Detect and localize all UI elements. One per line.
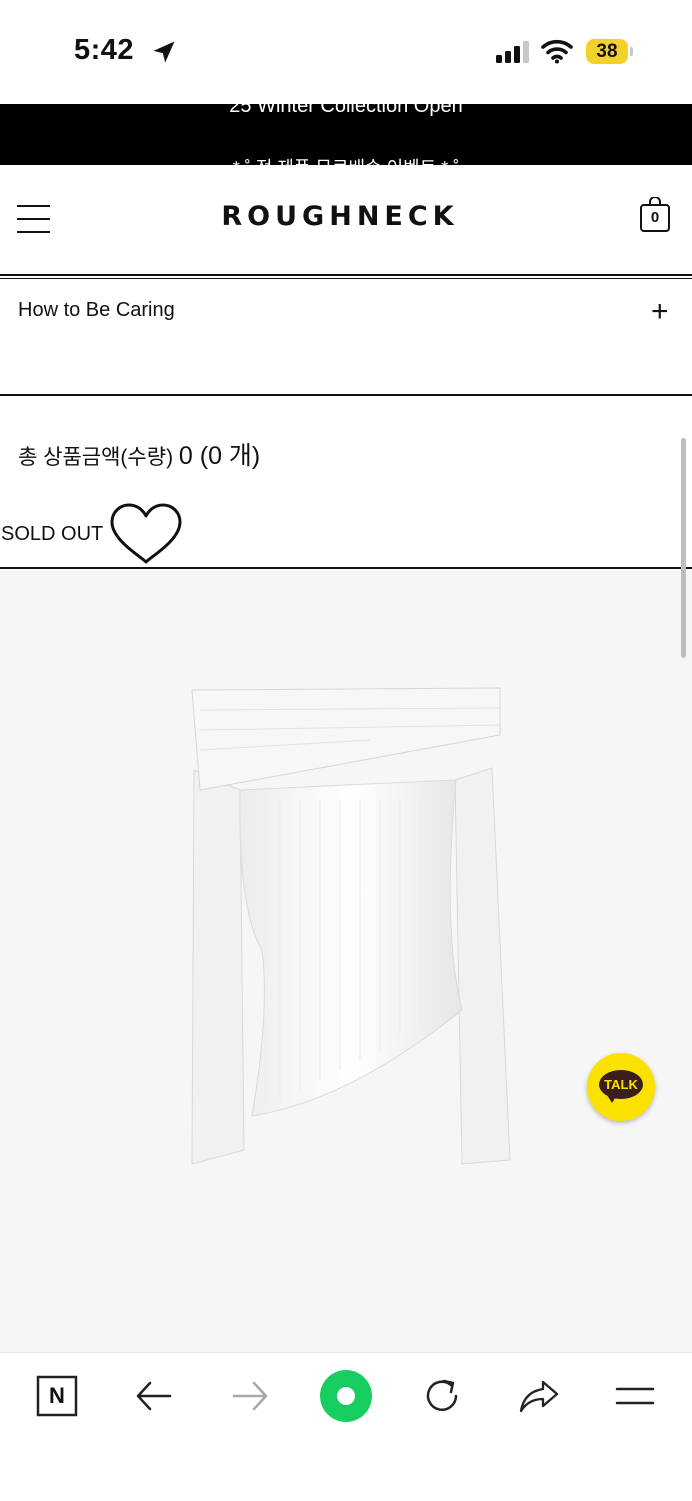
back-arrow-icon[interactable] xyxy=(130,1372,178,1420)
talk-bubble-tail xyxy=(607,1095,617,1103)
total-amount-row: 총 상품금액(수량) 0 (0 개) xyxy=(18,436,260,472)
kakao-talk-button[interactable]: TALK xyxy=(587,1053,655,1121)
location-arrow-icon xyxy=(153,41,175,63)
status-time: 5:42 xyxy=(74,34,135,66)
cart-count: 0 xyxy=(650,209,660,226)
sold-out-label: SOLD OUT xyxy=(1,523,104,545)
total-label: 총 상품금액(수량) xyxy=(18,446,174,469)
hamburger-menu-icon[interactable] xyxy=(17,205,50,233)
share-icon[interactable] xyxy=(515,1372,563,1420)
naver-icon[interactable]: N xyxy=(33,1372,81,1420)
total-value: 0 (0 개) xyxy=(178,442,261,470)
product-divider xyxy=(0,567,692,569)
talk-label: TALK xyxy=(599,1070,643,1099)
plus-icon[interactable]: + xyxy=(651,295,669,329)
cart-button[interactable]: 0 xyxy=(639,196,671,233)
green-circle-icon[interactable] xyxy=(318,1368,374,1424)
announcement-bar[interactable]: 25 Winter Collection Open * ˚ 전 제품 무료배송 … xyxy=(0,104,692,165)
reload-icon[interactable] xyxy=(418,1372,466,1420)
forward-arrow-icon[interactable] xyxy=(226,1372,274,1420)
naver-letter: N xyxy=(49,1383,65,1408)
header-divider-top xyxy=(0,274,692,276)
vertical-scrollbar[interactable] xyxy=(681,438,686,658)
accordion-label-caring[interactable]: How to Be Caring xyxy=(18,299,175,322)
accordion-divider xyxy=(0,394,692,396)
brand-logo[interactable]: ROUGHNECK xyxy=(160,201,520,232)
cellular-signal-icon xyxy=(496,41,529,63)
announcement-text-secondary: * ˚ 전 제품 무료배송 이벤트 * ˚ xyxy=(0,154,692,165)
header-divider-bottom xyxy=(0,278,692,279)
announcement-text-primary: 25 Winter Collection Open xyxy=(229,104,463,117)
menu-icon[interactable] xyxy=(611,1372,659,1420)
heart-wishlist-icon[interactable] xyxy=(108,502,184,566)
wifi-icon xyxy=(541,39,573,64)
product-image-sweater[interactable] xyxy=(170,680,530,1180)
battery-indicator: 38 xyxy=(586,39,628,64)
battery-nub xyxy=(630,47,633,56)
